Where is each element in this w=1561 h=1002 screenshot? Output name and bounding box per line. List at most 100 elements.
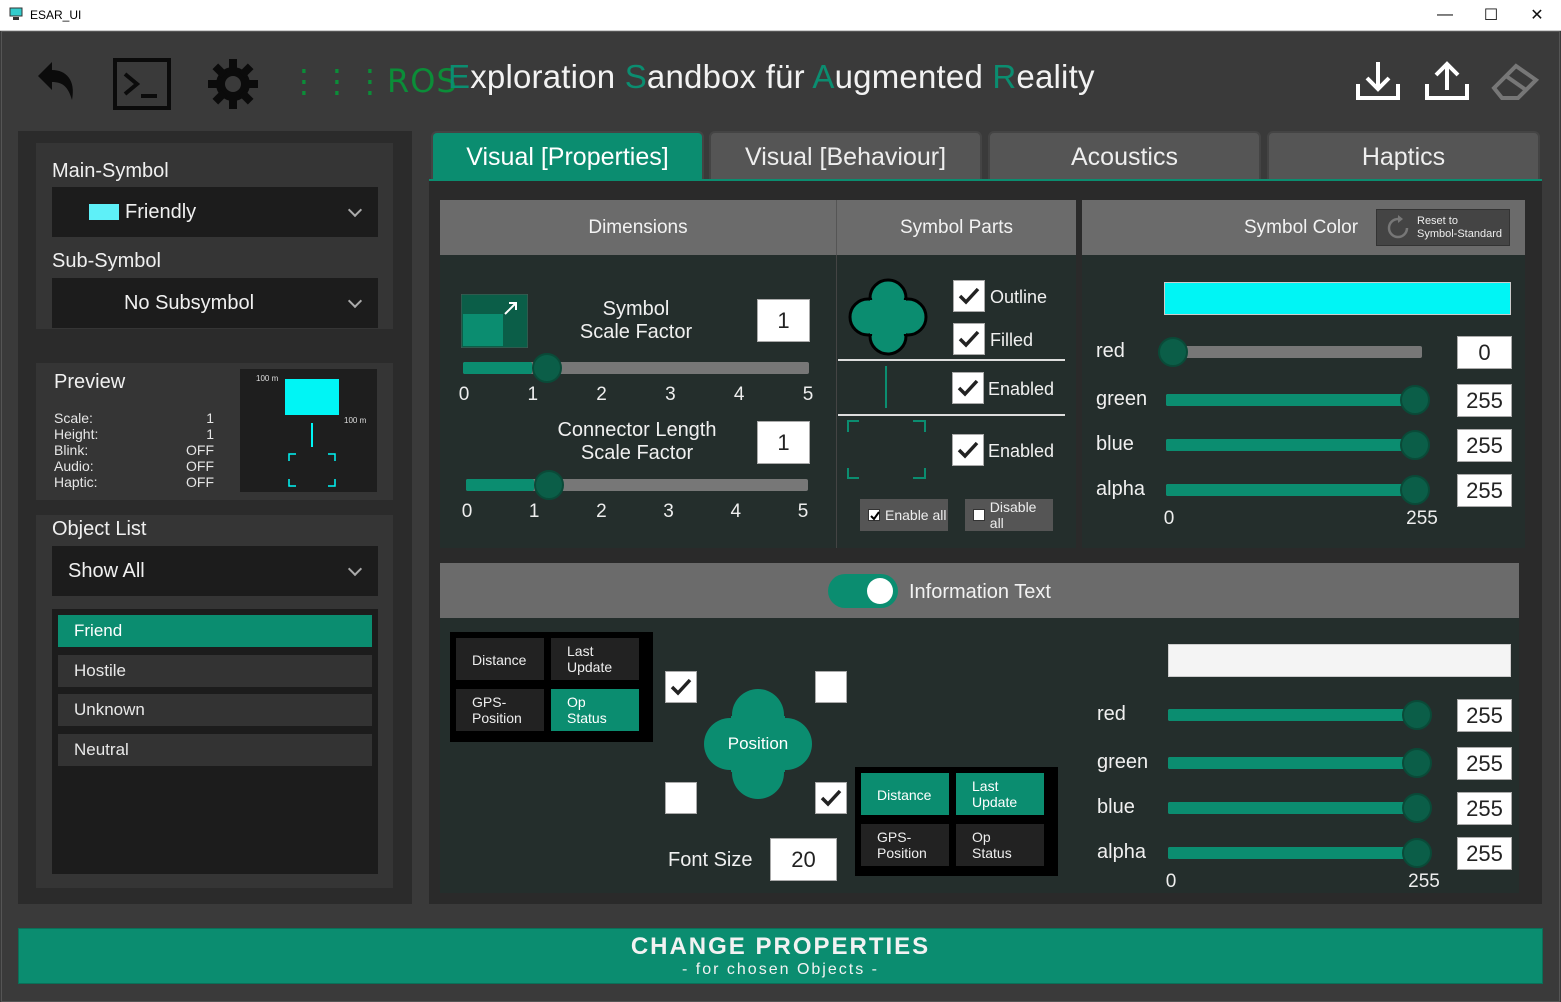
connector-enabled-checkbox[interactable] xyxy=(952,372,984,404)
connector-scale-slider[interactable] xyxy=(466,470,808,517)
preview-symbol xyxy=(285,379,339,415)
tab-visual-behaviour[interactable]: Visual [Behaviour] xyxy=(709,131,982,181)
slider-tick-label: 1 xyxy=(528,501,540,522)
preview-dim-right: 100 m xyxy=(344,416,367,425)
disable-all-button[interactable]: Disable all xyxy=(965,499,1053,531)
preview-stat-value: OFF xyxy=(186,474,214,490)
title-part: ugmented xyxy=(834,58,993,95)
sub-symbol-dropdown[interactable]: No Subsymbol xyxy=(52,278,378,328)
info-field-toggle[interactable]: Op Status xyxy=(551,689,639,731)
symbol-scale-slider[interactable] xyxy=(463,353,809,400)
slider-tick-label: 2 xyxy=(596,384,607,405)
info-field-toggle[interactable]: GPS- Position xyxy=(456,689,544,731)
info-grid-bottom-right: Distance Last Update GPS- Position Op Statu… xyxy=(855,767,1058,876)
filled-checkbox[interactable] xyxy=(953,323,985,355)
slider-fill xyxy=(463,362,533,374)
channel-track-red xyxy=(1166,346,1422,358)
symbol-part-clover-icon xyxy=(848,278,928,356)
connector-part-icon xyxy=(885,366,887,408)
preview-stat-row: Blink: OFF xyxy=(54,442,214,458)
maximize-button[interactable]: ☐ xyxy=(1468,0,1514,30)
chevron-down-icon xyxy=(347,561,363,577)
tab-acoustics[interactable]: Acoustics xyxy=(988,131,1261,181)
position-top-right-checkbox[interactable] xyxy=(815,671,847,703)
channel-min-tick: 0 xyxy=(1165,871,1177,892)
info-text-toggle[interactable] xyxy=(828,574,898,608)
preview-stat-row: Scale: 1 xyxy=(54,410,214,426)
chevron-down-icon xyxy=(347,202,363,218)
object-filter-dropdown[interactable]: Show All xyxy=(52,546,378,596)
change-properties-button[interactable]: CHANGE PROPERTIES - for chosen Objects - xyxy=(18,928,1543,984)
tab-visual-properties[interactable]: Visual [Properties] xyxy=(431,131,704,181)
unchecked-icon xyxy=(973,509,985,521)
info-field-toggle[interactable]: Distance xyxy=(861,773,949,815)
preview-stat-row: Audio: OFF xyxy=(54,458,214,474)
list-item[interactable]: Friend xyxy=(58,615,372,647)
channel-input-red[interactable]: 255 xyxy=(1457,699,1512,732)
channel-input-red[interactable]: 0 xyxy=(1457,336,1512,369)
channel-input-alpha[interactable]: 255 xyxy=(1457,837,1512,870)
terminal-icon[interactable] xyxy=(113,58,171,110)
channel-input-blue[interactable]: 255 xyxy=(1457,792,1512,825)
outline-checkbox[interactable] xyxy=(953,280,985,312)
info-field-label: Distance xyxy=(877,787,932,803)
divider xyxy=(838,414,1065,416)
channel-input-alpha[interactable]: 255 xyxy=(1457,474,1512,507)
channel-knob-blue[interactable] xyxy=(1400,430,1430,460)
channel-input-blue[interactable]: 255 xyxy=(1457,429,1512,462)
slider-knob[interactable] xyxy=(532,353,563,383)
channel-knob-blue[interactable] xyxy=(1402,793,1432,823)
info-field-toggle[interactable]: Op Status xyxy=(956,824,1044,866)
position-bottom-left-checkbox[interactable] xyxy=(665,782,697,814)
info-field-toggle[interactable]: Distance xyxy=(456,638,544,680)
info-field-toggle[interactable]: Last Update xyxy=(551,638,639,680)
channel-knob-red[interactable] xyxy=(1158,337,1188,367)
reset-color-button[interactable]: Reset to Symbol-Standard xyxy=(1376,209,1510,246)
upload-icon[interactable] xyxy=(1424,60,1470,102)
window-title: ESAR_UI xyxy=(30,8,82,22)
channel-fill-green xyxy=(1168,757,1424,769)
close-button[interactable]: ✕ xyxy=(1514,0,1560,30)
list-item[interactable]: Neutral xyxy=(58,733,372,766)
info-field-label: Last Update xyxy=(567,643,613,675)
gear-icon[interactable] xyxy=(207,58,259,110)
font-size-input[interactable]: 20 xyxy=(770,838,837,881)
connector-scale-input[interactable]: 1 xyxy=(757,421,810,464)
channel-label-alpha: alpha xyxy=(1096,478,1145,500)
download-icon[interactable] xyxy=(1355,60,1401,102)
enable-all-button[interactable]: Enable all xyxy=(860,499,948,531)
title-part: E xyxy=(448,58,471,95)
preview-stat-key: Height: xyxy=(54,426,99,442)
channel-knob-alpha[interactable] xyxy=(1400,475,1430,505)
channel-knob-alpha[interactable] xyxy=(1402,838,1432,868)
ros-button[interactable]: ⋮⋮⋮ROS xyxy=(288,62,458,100)
list-item[interactable]: Hostile xyxy=(58,654,372,687)
base-enabled-checkbox[interactable] xyxy=(952,434,984,466)
undo-icon[interactable] xyxy=(32,58,80,106)
channel-fill-blue xyxy=(1166,439,1422,451)
position-top-left-checkbox[interactable] xyxy=(665,671,697,703)
list-item[interactable]: Unknown xyxy=(58,694,372,726)
channel-input-green[interactable]: 255 xyxy=(1457,384,1512,417)
channel-label-green: green xyxy=(1096,388,1148,410)
info-field-label: Distance xyxy=(472,652,527,668)
preview-stat-key: Scale: xyxy=(54,410,93,426)
filled-label: Filled xyxy=(990,330,1034,350)
info-field-toggle[interactable]: Last Update xyxy=(956,773,1044,815)
channel-fill-red xyxy=(1168,709,1424,721)
preview-connector xyxy=(311,423,313,447)
minimize-button[interactable]: — xyxy=(1422,0,1468,30)
tab-haptics[interactable]: Haptics xyxy=(1267,131,1540,181)
channel-input-green[interactable]: 255 xyxy=(1457,747,1512,780)
app-icon xyxy=(9,7,23,20)
symbol-scale-input[interactable]: 1 xyxy=(757,299,810,342)
slider-knob[interactable] xyxy=(534,470,565,500)
main-symbol-dropdown[interactable]: Friendly xyxy=(52,187,378,237)
channel-knob-green[interactable] xyxy=(1402,748,1432,778)
eraser-icon[interactable] xyxy=(1490,60,1542,102)
font-size-label: Font Size xyxy=(668,849,753,871)
channel-knob-red[interactable] xyxy=(1402,700,1432,730)
info-field-toggle[interactable]: GPS- Position xyxy=(861,824,949,866)
channel-knob-green[interactable] xyxy=(1400,385,1430,415)
position-bottom-right-checkbox[interactable] xyxy=(815,782,847,814)
